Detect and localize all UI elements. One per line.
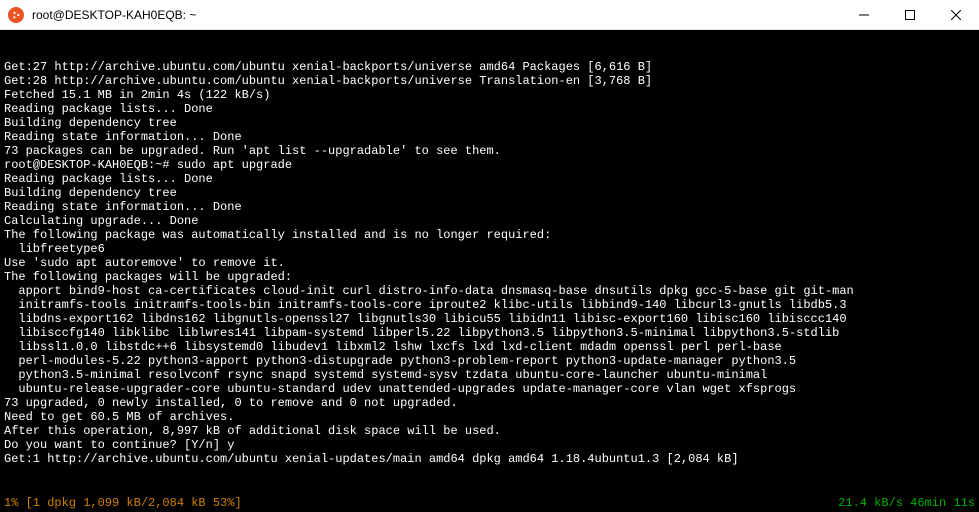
terminal-line: Fetched 15.1 MB in 2min 4s (122 kB/s)	[4, 88, 975, 102]
terminal-line: Need to get 60.5 MB of archives.	[4, 410, 975, 424]
terminal-line: 73 packages can be upgraded. Run 'apt li…	[4, 144, 975, 158]
apt-progress-bar: 1% [1 dpkg 1,099 kB/2,084 kB 53%] 21.4 k…	[0, 496, 979, 510]
terminal-line: The following package was automatically …	[4, 228, 975, 242]
terminal-line: Do you want to continue? [Y/n] y	[4, 438, 975, 452]
terminal-line: Calculating upgrade... Done	[4, 214, 975, 228]
terminal-line: python3.5-minimal resolvconf rsync snapd…	[4, 368, 975, 382]
terminal-view[interactable]: Get:27 http://archive.ubuntu.com/ubuntu …	[0, 30, 979, 512]
progress-left: 1% [1 dpkg 1,099 kB/2,084 kB 53%]	[4, 496, 242, 510]
terminal-line: Get:27 http://archive.ubuntu.com/ubuntu …	[4, 60, 975, 74]
terminal-line: Reading state information... Done	[4, 200, 975, 214]
terminal-line: Reading package lists... Done	[4, 102, 975, 116]
terminal-line: root@DESKTOP-KAH0EQB:~# sudo apt upgrade	[4, 158, 975, 172]
terminal-line: libssl1.0.0 libstdc++6 libsystemd0 libud…	[4, 340, 975, 354]
ubuntu-icon	[8, 7, 24, 23]
terminal-line: apport bind9-host ca-certificates cloud-…	[4, 284, 975, 298]
terminal-line: libfreetype6	[4, 242, 975, 256]
terminal-line: The following packages will be upgraded:	[4, 270, 975, 284]
window-titlebar: root@DESKTOP-KAH0EQB: ~	[0, 0, 979, 30]
terminal-line: 73 upgraded, 0 newly installed, 0 to rem…	[4, 396, 975, 410]
window-title: root@DESKTOP-KAH0EQB: ~	[32, 8, 196, 22]
terminal-line: ubuntu-release-upgrader-core ubuntu-stan…	[4, 382, 975, 396]
terminal-line: Building dependency tree	[4, 116, 975, 130]
terminal-line: Building dependency tree	[4, 186, 975, 200]
terminal-line: perl-modules-5.22 python3-apport python3…	[4, 354, 975, 368]
minimize-button[interactable]	[841, 0, 887, 29]
terminal-line: Use 'sudo apt autoremove' to remove it.	[4, 256, 975, 270]
terminal-line: libisccfg140 libklibc liblwres141 libpam…	[4, 326, 975, 340]
maximize-button[interactable]	[887, 0, 933, 29]
close-button[interactable]	[933, 0, 979, 29]
terminal-line: Reading package lists... Done	[4, 172, 975, 186]
terminal-line: Get:28 http://archive.ubuntu.com/ubuntu …	[4, 74, 975, 88]
terminal-line: Reading state information... Done	[4, 130, 975, 144]
terminal-line: Get:1 http://archive.ubuntu.com/ubuntu x…	[4, 452, 975, 466]
terminal-line: initramfs-tools initramfs-tools-bin init…	[4, 298, 975, 312]
window-controls	[841, 0, 979, 29]
progress-right: 21.4 kB/s 46min 11s	[838, 496, 975, 510]
terminal-line: libdns-export162 libdns162 libgnutls-ope…	[4, 312, 975, 326]
terminal-line: After this operation, 8,997 kB of additi…	[4, 424, 975, 438]
